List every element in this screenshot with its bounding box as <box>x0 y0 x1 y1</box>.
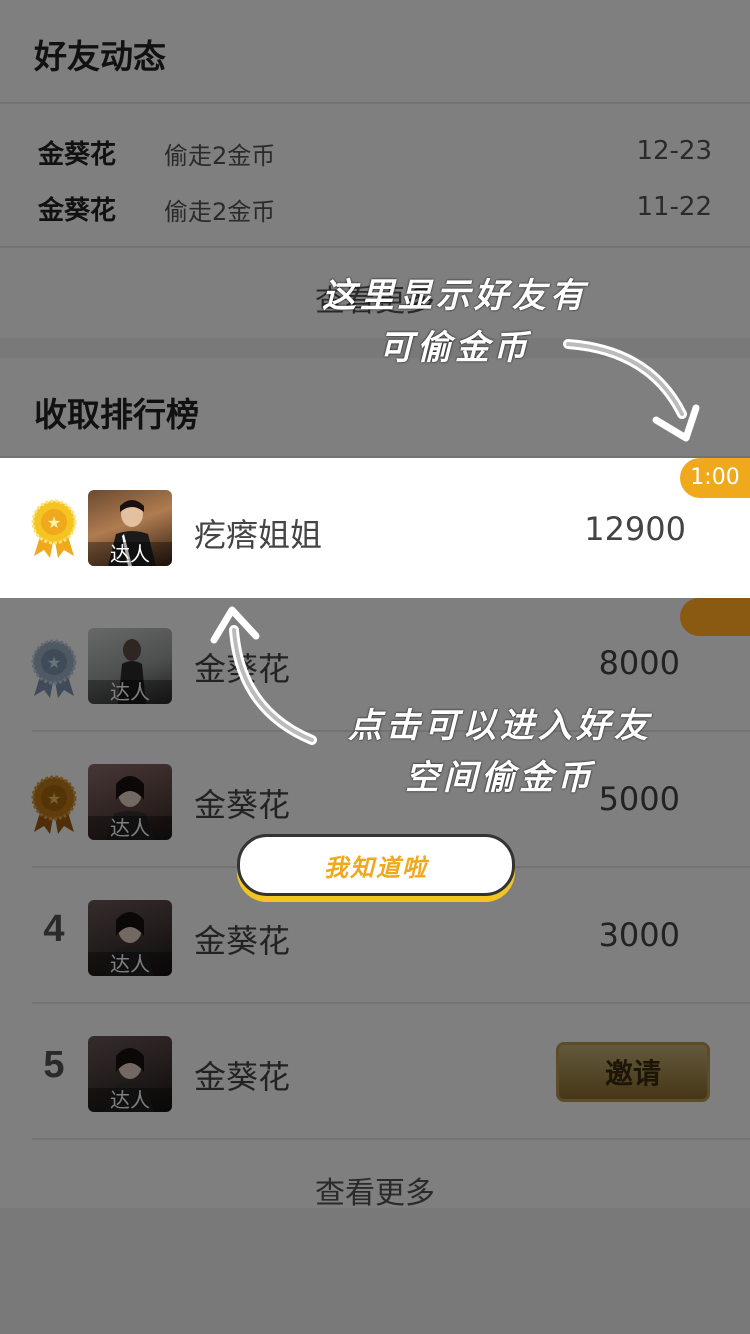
curved-arrow-down-icon <box>563 339 700 442</box>
guide-hint-bottom-line1: 点击可以进入好友 <box>348 706 652 746</box>
guide-hint-bottom: 点击可以进入好友 空间偷金币 <box>330 700 670 804</box>
svg-text:★: ★ <box>47 513 61 532</box>
ranking-score: 12900 <box>584 510 686 548</box>
countdown-badge-dimmed <box>680 598 750 636</box>
countdown-badge: 1:00 <box>680 458 750 498</box>
got-it-button-label: 我知道啦 <box>324 852 428 882</box>
highlighted-ranking-row[interactable]: ★ 达人 疙瘩姐姐 12900 <box>0 458 750 598</box>
curved-arrow-up-icon <box>210 606 317 745</box>
expert-tag: 达人 <box>88 542 172 566</box>
guide-hint-bottom-line2: 空间偷金币 <box>405 758 595 798</box>
gold-medal-icon: ★ <box>31 499 77 558</box>
ranking-name: 疙瘩姐姐 <box>194 516 323 554</box>
guide-overlay[interactable] <box>0 0 750 1334</box>
guide-hint-top-line1: 这里显示好友有 <box>322 276 588 316</box>
avatar: 达人 <box>88 490 172 566</box>
got-it-button[interactable]: 我知道啦 <box>237 834 515 896</box>
